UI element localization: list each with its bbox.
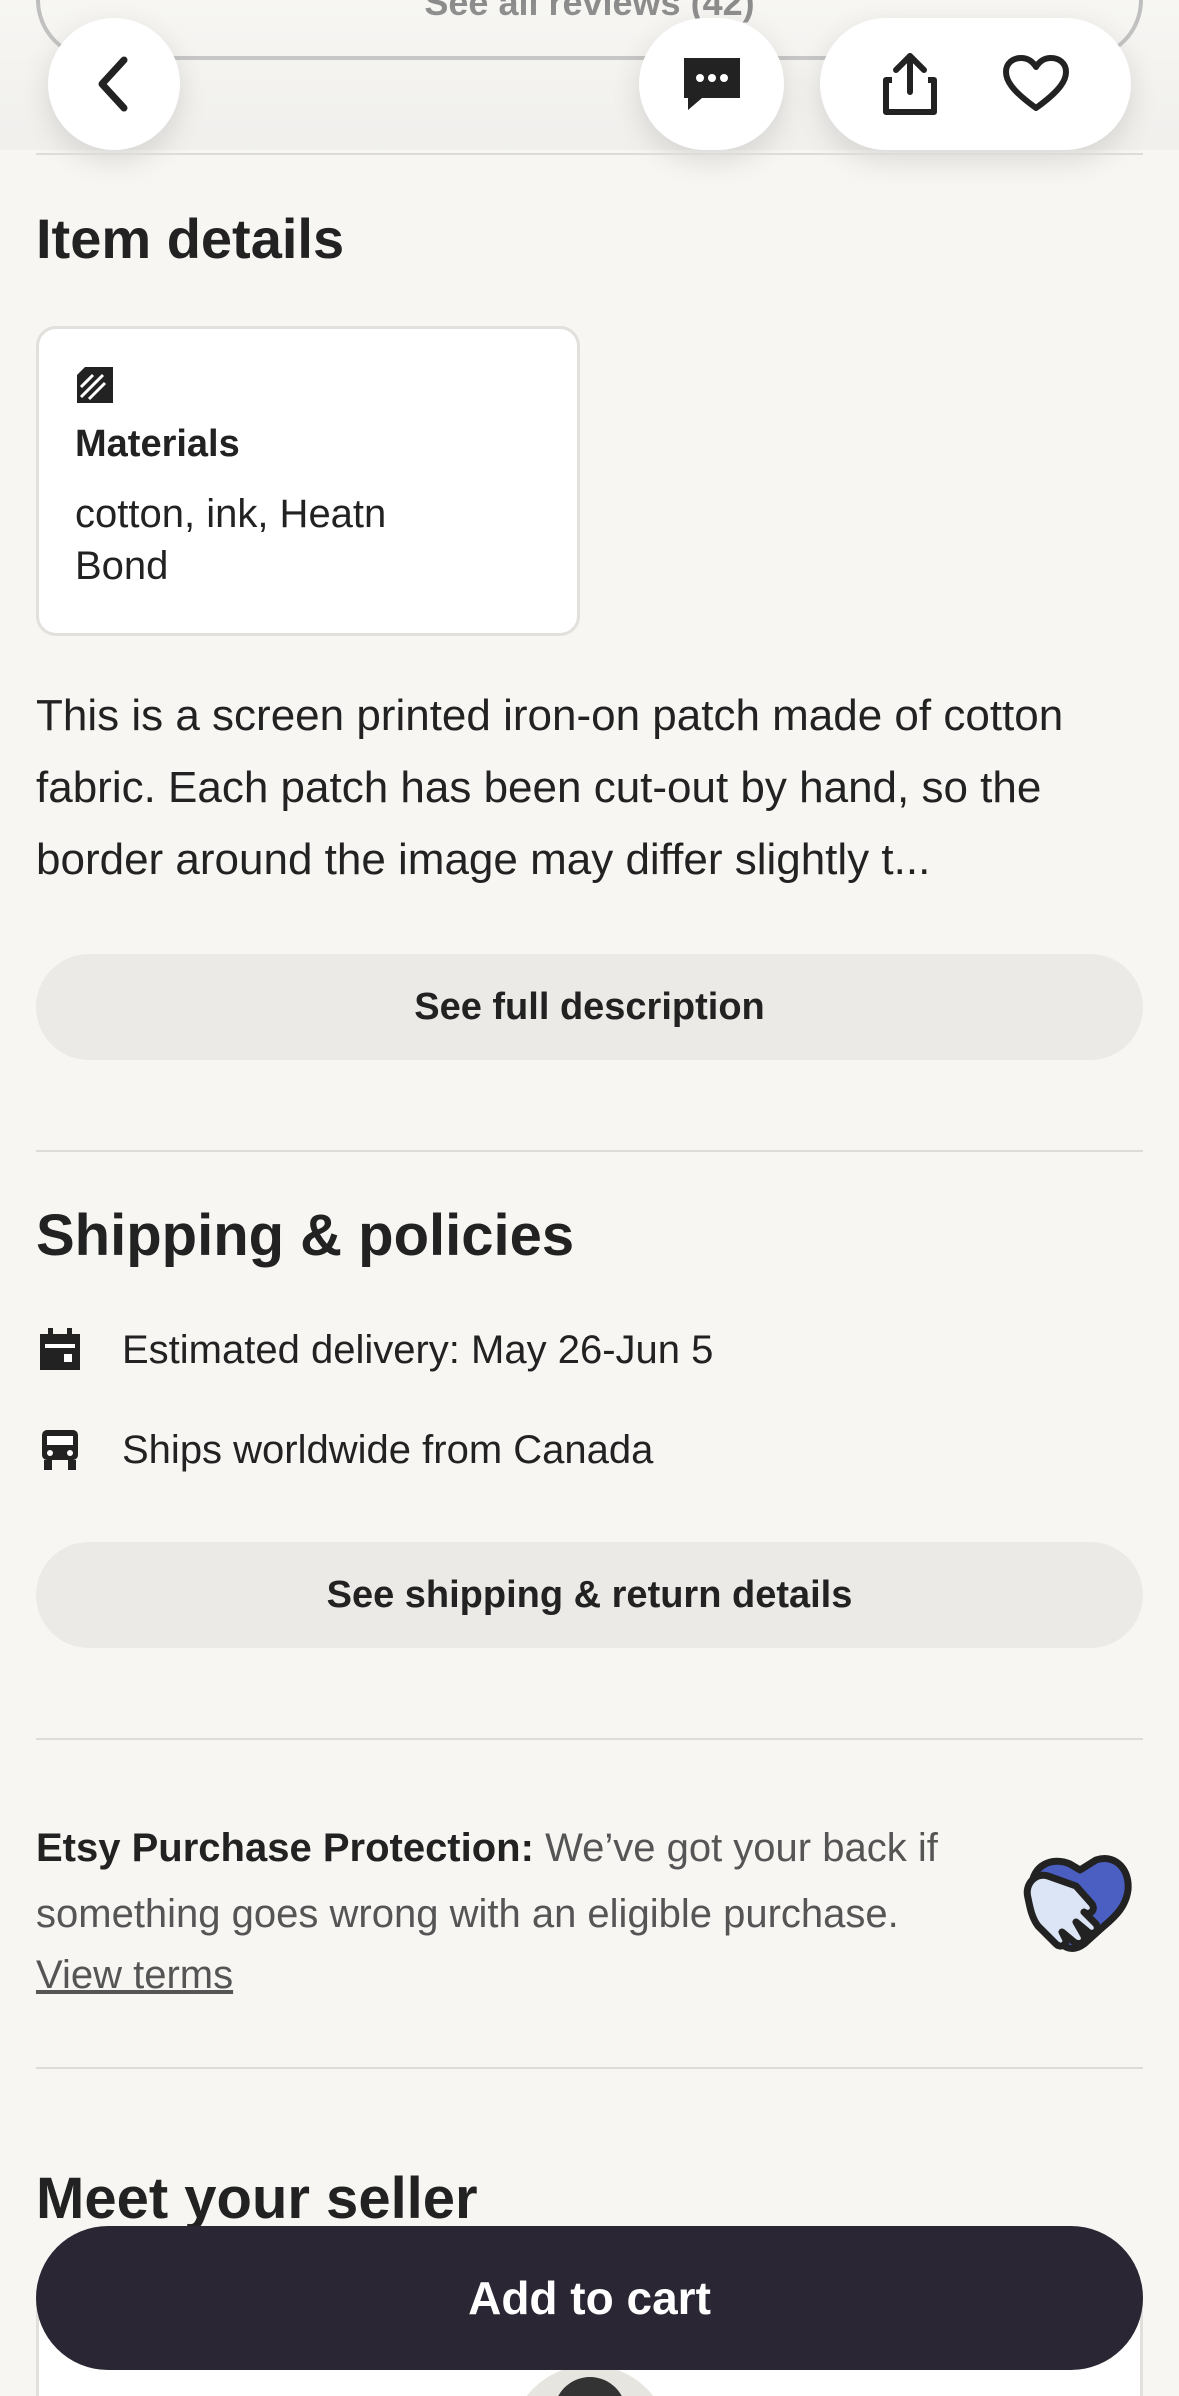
- ships-from-text: Ships worldwide from Canada: [122, 1427, 654, 1472]
- materials-title: Materials: [75, 423, 240, 465]
- see-full-description-button[interactable]: See full description: [36, 954, 1143, 1060]
- calendar-icon: [36, 1326, 84, 1374]
- share-favorite-group: [820, 18, 1131, 150]
- heart-icon[interactable]: [1001, 54, 1071, 114]
- add-to-cart-label: Add to cart: [468, 2272, 711, 2324]
- share-icon[interactable]: [880, 52, 940, 116]
- divider: [36, 1150, 1143, 1152]
- message-icon: [680, 54, 744, 114]
- chevron-left-icon: [94, 54, 134, 114]
- divider: [36, 1738, 1143, 1740]
- see-shipping-details-button[interactable]: See shipping & return details: [36, 1542, 1143, 1648]
- purchase-protection: Etsy Purchase Protection: We’ve got your…: [36, 1815, 996, 2003]
- meet-seller-title: Meet your seller: [36, 2166, 478, 2231]
- add-to-cart-button[interactable]: Add to cart: [36, 2226, 1143, 2370]
- delivery-row: Estimated delivery: May 26-Jun 5: [36, 1320, 713, 1380]
- see-full-description-label: See full description: [414, 985, 765, 1028]
- materials-icon: [75, 365, 115, 405]
- materials-value: cotton, ink, Heatn Bond: [75, 492, 387, 588]
- item-details-title: Item details: [36, 207, 345, 270]
- item-description: This is a screen printed iron-on patch m…: [36, 691, 1064, 884]
- materials-card: Materials cotton, ink, Heatn Bond: [36, 326, 580, 636]
- ships-from-row: Ships worldwide from Canada: [36, 1420, 653, 1480]
- message-seller-button[interactable]: [639, 18, 784, 150]
- handshake-icon: [1018, 1846, 1136, 1956]
- divider: [36, 153, 1143, 155]
- delivery-text: Estimated delivery: May 26-Jun 5: [122, 1327, 714, 1372]
- listing-page: See all reviews (42) Item details Materi…: [0, 0, 1179, 2396]
- divider: [36, 2067, 1143, 2069]
- protection-label: Etsy Purchase Protection:: [36, 1826, 534, 1870]
- truck-icon: [36, 1426, 84, 1474]
- shipping-title: Shipping & policies: [36, 1203, 575, 1268]
- back-button[interactable]: [48, 18, 180, 150]
- see-shipping-details-label: See shipping & return details: [326, 1573, 853, 1616]
- view-terms-link[interactable]: View terms: [36, 1947, 996, 2003]
